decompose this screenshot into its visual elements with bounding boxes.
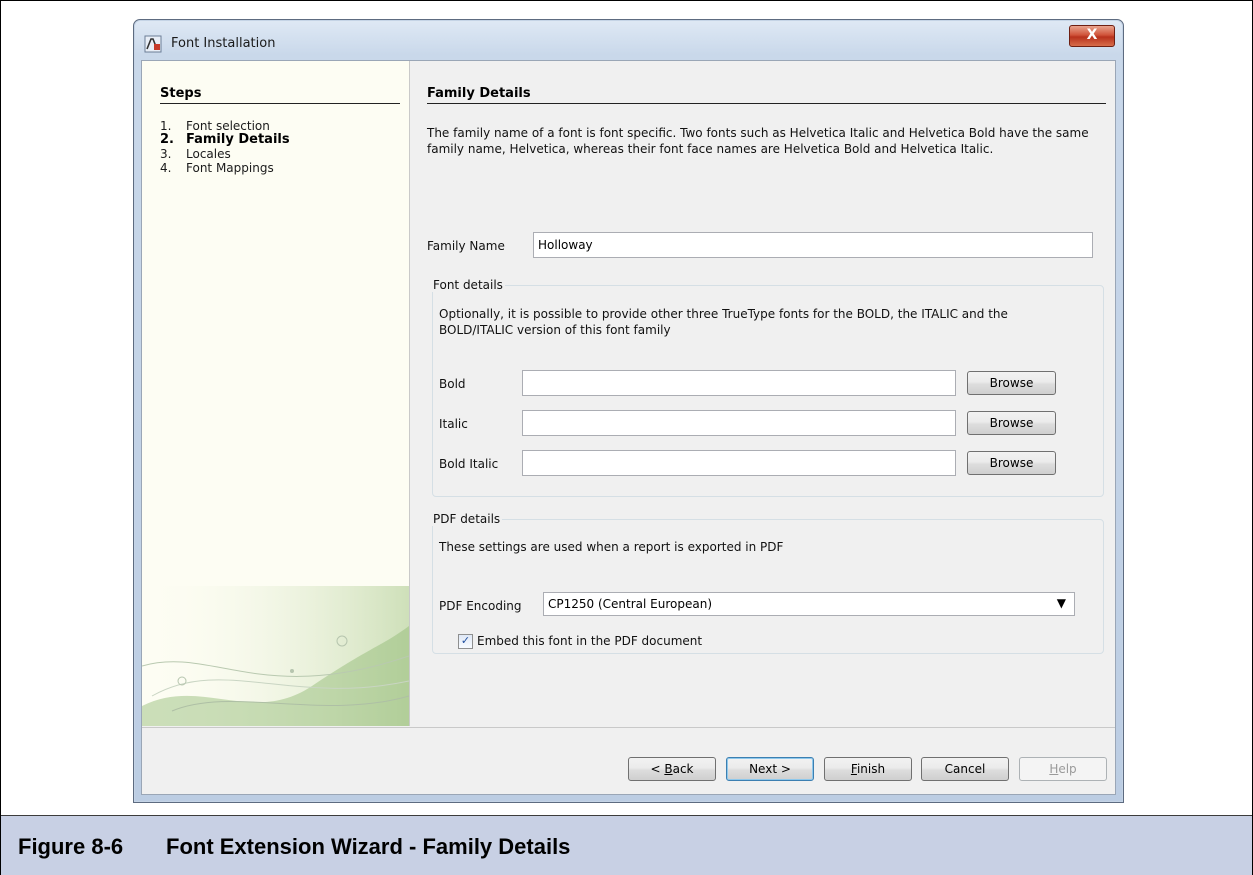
- family-description: The family name of a font is font specif…: [427, 126, 1089, 156]
- help-mnemonic: H: [1049, 762, 1059, 776]
- wizard-button-bar: < Back Next > Finish Cancel Help: [142, 727, 1115, 794]
- close-icon[interactable]: X: [1069, 25, 1115, 47]
- pdf-details-title: PDF details: [431, 512, 503, 526]
- next-button[interactable]: Next >: [726, 757, 814, 781]
- step-item-current: 2. Family Details: [160, 133, 290, 147]
- steps-divider: [160, 103, 400, 104]
- pdf-encoding-value: CP1250 (Central European): [548, 597, 712, 611]
- family-name-label: Family Name: [427, 239, 505, 253]
- back-prefix: <: [650, 762, 665, 776]
- step-item: 3. Locales: [160, 147, 290, 161]
- font-details-title: Font details: [431, 278, 505, 292]
- pdf-encoding-label: PDF Encoding: [439, 599, 522, 613]
- font-details-group: Font details Optionally, it is possible …: [431, 278, 1104, 497]
- step-label: Locales: [186, 147, 231, 161]
- bold-italic-font-input[interactable]: [522, 450, 956, 476]
- font-details-description: Optionally, it is possible to provide ot…: [439, 307, 1008, 337]
- step-number: 4.: [160, 161, 172, 175]
- help-rest: elp: [1058, 762, 1077, 776]
- app-icon: [144, 35, 162, 53]
- bold-browse-button[interactable]: Browse: [967, 371, 1056, 395]
- bold-italic-browse-button[interactable]: Browse: [967, 451, 1056, 475]
- step-label: Font selection: [186, 119, 270, 133]
- bold-italic-label: Bold Italic: [439, 457, 499, 471]
- italic-browse-button[interactable]: Browse: [967, 411, 1056, 435]
- italic-font-input[interactable]: [522, 410, 956, 436]
- figure-caption-bar: Figure 8-6 Font Extension Wizard - Famil…: [1, 815, 1252, 875]
- finish-button[interactable]: Finish: [824, 757, 912, 781]
- help-button[interactable]: Help: [1019, 757, 1107, 781]
- embed-font-label[interactable]: Embed this font in the PDF document: [477, 634, 702, 648]
- section-title: Family Details: [427, 86, 531, 101]
- step-number: 2.: [160, 132, 174, 147]
- decorative-swirl: [142, 586, 409, 726]
- family-name-input[interactable]: Holloway: [533, 232, 1093, 258]
- figure-number: Figure 8-6: [18, 834, 124, 859]
- pdf-encoding-select[interactable]: CP1250 (Central European) ▼: [543, 592, 1075, 616]
- step-item: 1. Font selection: [160, 119, 290, 133]
- step-number: 3.: [160, 147, 172, 161]
- window-title: Font Installation: [171, 36, 276, 51]
- step-label: Font Mappings: [186, 161, 274, 175]
- bold-font-input[interactable]: [522, 370, 956, 396]
- steps-list: 1. Font selection 2. Family Details 3. Loca…: [160, 119, 290, 175]
- family-details-content: Family Details The family name of a font…: [410, 61, 1115, 726]
- step-item: 4. Font Mappings: [160, 161, 290, 175]
- dropdown-arrow-icon[interactable]: ▼: [1057, 596, 1066, 610]
- steps-panel: Steps 1. Font selection 2. Family Details …: [142, 61, 410, 726]
- pdf-details-description: These settings are used when a report is…: [439, 540, 784, 554]
- step-label: Family Details: [186, 132, 290, 147]
- cancel-button[interactable]: Cancel: [921, 757, 1009, 781]
- finish-rest: inish: [856, 762, 886, 776]
- wizard-client-area: Steps 1. Font selection 2. Family Details …: [141, 60, 1116, 795]
- checkbox-check-icon[interactable]: ✓: [458, 634, 473, 649]
- steps-heading: Steps: [160, 86, 202, 101]
- bold-label: Bold: [439, 377, 466, 391]
- italic-label: Italic: [439, 417, 468, 431]
- back-mnemonic: B: [664, 762, 673, 776]
- figure-title: Font Extension Wizard - Family Details: [166, 834, 571, 859]
- back-button[interactable]: < Back: [628, 757, 716, 781]
- step-number: 1.: [160, 119, 172, 133]
- back-rest: ack: [672, 762, 694, 776]
- title-bar[interactable]: Font Installation X: [134, 20, 1123, 54]
- section-divider: [427, 103, 1106, 104]
- font-installation-window: Font Installation X Steps 1. Font selecti…: [133, 19, 1124, 803]
